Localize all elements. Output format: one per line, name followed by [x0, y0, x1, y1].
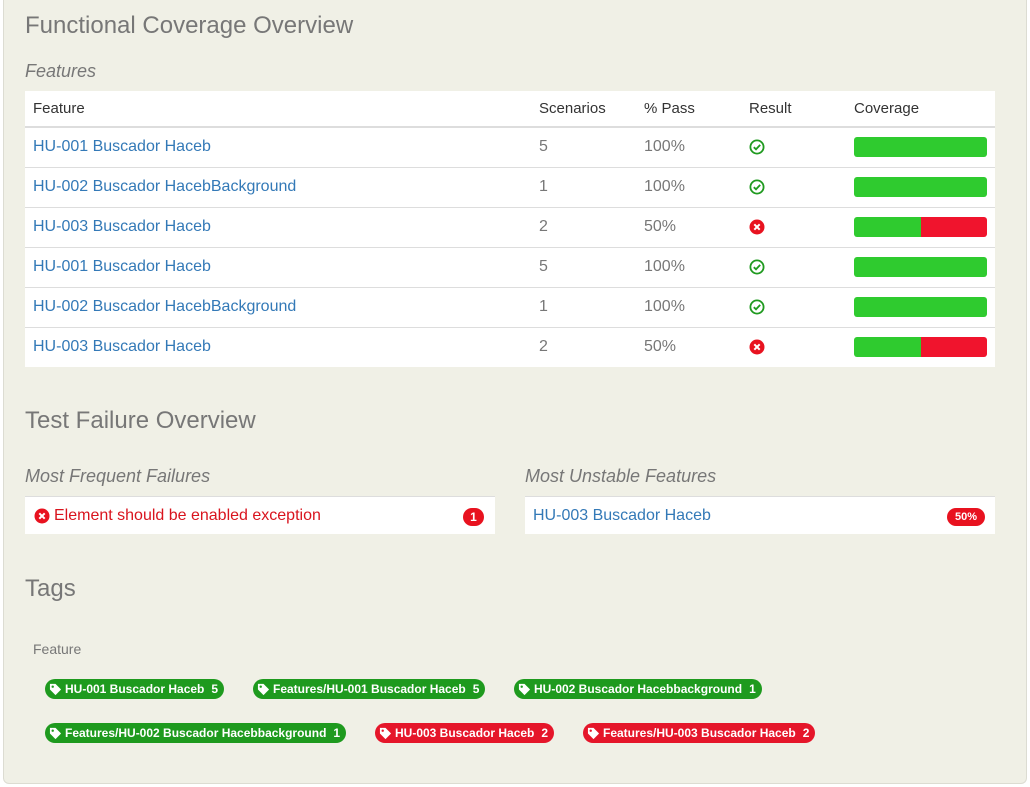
- coverage-bar-pass: [854, 137, 987, 158]
- col-pass-header: % Pass: [636, 91, 741, 128]
- col-coverage-header: Coverage: [846, 91, 995, 128]
- check-circle-icon: [749, 179, 765, 195]
- col-result-header: Result: [741, 91, 846, 128]
- coverage-bar-pass: [854, 177, 987, 197]
- coverage-bar-pass: [854, 257, 987, 277]
- table-row: HU-003 Buscador Haceb 2 50%: [25, 326, 995, 367]
- coverage-bar: [854, 177, 987, 197]
- tag-count: 2: [802, 726, 810, 740]
- table-row: HU-001 Buscador Haceb 5 100%: [25, 127, 995, 167]
- tag-label: HU-001 Buscador Haceb: [65, 682, 205, 696]
- feature-link[interactable]: HU-003 Buscador Haceb: [33, 338, 211, 355]
- tag-icon: [379, 727, 392, 739]
- unstable-percent-badge: 50%: [947, 508, 985, 526]
- coverage-bar: [854, 217, 987, 237]
- check-circle-icon: [749, 139, 765, 155]
- coverage-bar-pass: [854, 217, 921, 237]
- test-failure-title: Test Failure Overview: [25, 407, 256, 434]
- table-row: HU-003 Buscador Haceb 2 50%: [25, 206, 995, 247]
- coverage-bar-fail: [920, 337, 987, 358]
- error-circle-icon: [749, 339, 765, 355]
- tag-pill[interactable]: HU-001 Buscador Haceb 5: [45, 679, 225, 699]
- tag-label: HU-003 Buscador Haceb: [395, 726, 535, 740]
- features-table: Feature Scenarios % Pass Result Coverage…: [25, 91, 995, 367]
- scenarios-cell: 2: [531, 206, 636, 247]
- coverage-bar: [854, 257, 987, 277]
- error-circle-icon: [749, 219, 765, 235]
- scenarios-cell: 1: [531, 166, 636, 207]
- tag-icon: [518, 683, 531, 695]
- tag-count: 5: [211, 682, 219, 696]
- table-header-row: Feature Scenarios % Pass Result Coverage: [25, 91, 995, 128]
- tag-count: 1: [333, 726, 341, 740]
- pass-cell: 50%: [636, 326, 741, 367]
- feature-link[interactable]: HU-002 Buscador HacebBackground: [33, 298, 296, 315]
- tag-pill[interactable]: Features/HU-001 Buscador Haceb 5: [253, 679, 486, 699]
- tag-label: HU-002 Buscador Hacebbackground: [534, 682, 743, 696]
- most-unstable-features-heading: Most Unstable Features: [525, 466, 717, 486]
- features-subtitle: Features: [25, 61, 97, 81]
- tag-label: Features/HU-001 Buscador Haceb: [273, 682, 466, 696]
- most-frequent-failures-heading: Most Frequent Failures: [25, 466, 211, 486]
- coverage-bar-pass: [854, 297, 987, 317]
- table-row: HU-002 Buscador HacebBackground 1 100%: [25, 286, 995, 327]
- tag-label: Features/HU-002 Buscador Hacebbackground: [65, 726, 327, 740]
- tag-count: 2: [541, 726, 549, 740]
- check-circle-icon: [749, 259, 765, 275]
- failure-item[interactable]: Element should be enabled exception 1: [25, 496, 495, 534]
- failure-count-badge: 1: [463, 508, 484, 526]
- tag-label: Features/HU-003 Buscador Haceb: [603, 726, 796, 740]
- tag-pill[interactable]: HU-003 Buscador Haceb 2: [375, 723, 555, 743]
- tag-pill[interactable]: Features/HU-002 Buscador Hacebbackground…: [45, 723, 347, 743]
- pass-cell: 100%: [636, 166, 741, 207]
- tag-icon: [49, 727, 62, 739]
- tag-icon: [587, 727, 600, 739]
- unstable-feature-link[interactable]: HU-003 Buscador Haceb: [533, 507, 711, 525]
- tag-pill[interactable]: HU-002 Buscador Hacebbackground 1: [514, 679, 762, 699]
- scenarios-cell: 5: [539, 138, 548, 156]
- scenarios-cell: 2: [531, 326, 636, 367]
- pass-cell: 100%: [636, 246, 741, 287]
- coverage-bar: [854, 297, 987, 317]
- coverage-bar: [854, 337, 987, 358]
- tag-icon: [257, 683, 270, 695]
- tags-title: Tags: [25, 575, 76, 602]
- scenarios-cell: 5: [531, 246, 636, 287]
- pass-cell: 100%: [636, 286, 741, 327]
- feature-link[interactable]: HU-001 Buscador Haceb: [33, 258, 211, 275]
- functional-coverage-title: Functional Coverage Overview: [25, 12, 354, 39]
- col-scenarios-header: Scenarios: [531, 91, 636, 128]
- coverage-bar-pass: [854, 337, 921, 358]
- check-circle-icon: [749, 299, 765, 315]
- tag-icon: [49, 683, 62, 695]
- feature-link[interactable]: HU-003 Buscador Haceb: [33, 218, 211, 235]
- error-circle-icon: [34, 508, 50, 524]
- table-row: HU-001 Buscador Haceb 5 100%: [25, 246, 995, 287]
- col-feature-header: Feature: [25, 91, 531, 128]
- tag-count: 1: [749, 682, 756, 696]
- table-row: HU-002 Buscador HacebBackground 1 100%: [25, 166, 995, 207]
- pass-cell: 100%: [644, 138, 685, 156]
- feature-link[interactable]: HU-001 Buscador Haceb: [33, 138, 211, 155]
- coverage-bar-fail: [920, 217, 987, 237]
- failure-text: Element should be enabled exception: [54, 506, 321, 524]
- tag-count: 5: [472, 682, 480, 696]
- unstable-feature-item: HU-003 Buscador Haceb 50%: [525, 496, 995, 534]
- tag-pill[interactable]: Features/HU-003 Buscador Haceb 2: [583, 723, 816, 743]
- scenarios-cell: 1: [531, 286, 636, 327]
- feature-link[interactable]: HU-002 Buscador HacebBackground: [33, 178, 296, 195]
- pass-cell: 50%: [636, 206, 741, 247]
- tag-group-label: Feature: [33, 641, 82, 657]
- coverage-bar: [854, 137, 987, 158]
- report-panel: Functional Coverage Overview Features Fe…: [3, 0, 1027, 784]
